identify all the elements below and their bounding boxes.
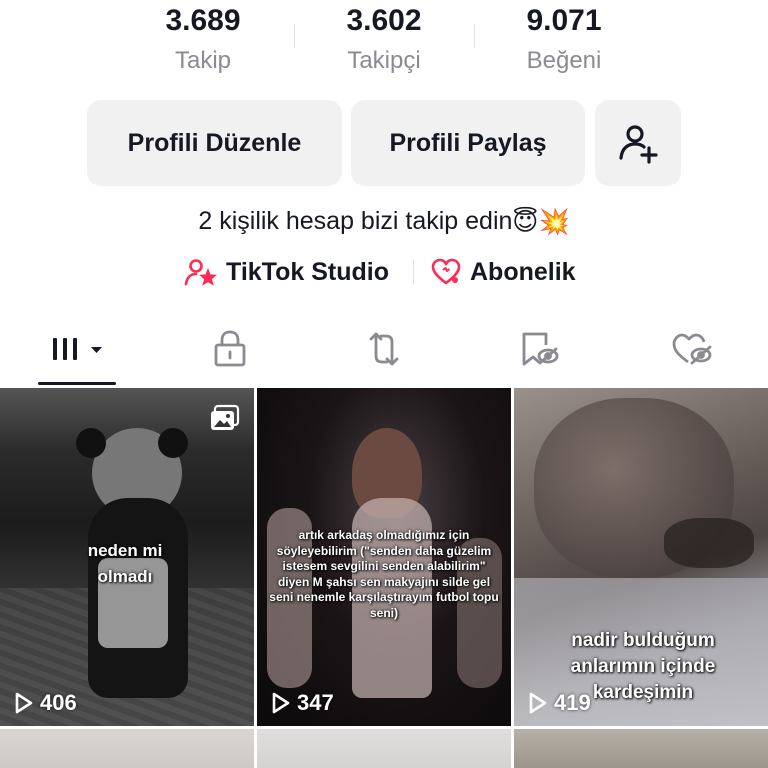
- cat-paw: [664, 518, 754, 568]
- add-friend-button[interactable]: [595, 100, 681, 186]
- tiktok-studio-link[interactable]: TikTok Studio: [184, 252, 389, 292]
- profile-bio: 2 kişilik hesap bizi takip edin😇💥: [0, 202, 768, 241]
- following-count: 3.689: [165, 4, 241, 37]
- tab-private[interactable]: [194, 318, 266, 380]
- following-stat[interactable]: 3.689 Takip: [123, 0, 283, 76]
- tiktok-studio-label: TikTok Studio: [226, 257, 389, 286]
- person-add-icon: [619, 125, 658, 164]
- play-icon: [15, 692, 33, 714]
- photo-carousel-icon: [211, 404, 240, 430]
- creator-star-icon: [184, 259, 217, 286]
- tab-reposts[interactable]: [348, 318, 420, 380]
- followers-label: Takipçi: [347, 47, 421, 74]
- stat-divider: [474, 24, 475, 48]
- video-thumbnail[interactable]: [257, 729, 511, 768]
- lock-icon: [214, 330, 246, 367]
- share-profile-button[interactable]: Profili Paylaş: [351, 100, 585, 186]
- view-count-value: 347: [297, 690, 334, 715]
- video-caption: artık arkadaş olmadığımız için söyleyebi…: [269, 528, 499, 620]
- video-thumbnail[interactable]: artık arkadaş olmadığımız için söyleyebi…: [257, 388, 511, 726]
- following-label: Takip: [174, 47, 232, 74]
- video-thumbnail[interactable]: [0, 729, 254, 768]
- video-thumbnail[interactable]: [514, 729, 768, 768]
- view-count-value: 419: [554, 690, 591, 715]
- play-icon: [272, 692, 290, 714]
- profile-links: TikTok Studio Abonelik: [0, 252, 768, 292]
- tab-liked[interactable]: [656, 318, 728, 380]
- followers-count: 3.602: [346, 4, 422, 37]
- repost-icon: [369, 332, 399, 366]
- active-tab-indicator: [38, 382, 116, 385]
- view-count: 406: [14, 690, 77, 716]
- likes-label: Beğeni: [526, 47, 602, 74]
- bio-emojis: 😇💥: [512, 208, 570, 237]
- video-caption: neden mi olmadı: [87, 541, 163, 586]
- view-count: 347: [271, 690, 334, 716]
- tab-videos[interactable]: [38, 318, 116, 380]
- likes-stat[interactable]: 9.071 Beğeni: [484, 0, 644, 76]
- bio-text: 2 kişilik hesap bizi takip edin: [198, 207, 513, 235]
- subscription-heart-icon: [431, 258, 461, 285]
- mascot-ear: [76, 428, 106, 458]
- heart-hidden-icon: [672, 333, 712, 365]
- subscription-link[interactable]: Abonelik: [430, 252, 576, 292]
- profile-tabs: [0, 318, 768, 386]
- play-icon: [529, 692, 547, 714]
- profile-stats: 3.689 Takip 3.602 Takipçi 9.071 Beğeni: [0, 0, 768, 90]
- edit-profile-button[interactable]: Profili Düzenle: [87, 100, 342, 186]
- stat-divider: [294, 24, 295, 48]
- video-grid: neden mi olmadı 406 artık arkadaş olmadı…: [0, 388, 768, 768]
- profile-actions: Profili Düzenle Profili Paylaş: [0, 100, 768, 186]
- likes-count: 9.071: [526, 4, 602, 37]
- tab-favorites[interactable]: [503, 318, 575, 380]
- mascot-ear: [158, 428, 188, 458]
- view-count: 419: [528, 690, 591, 716]
- links-divider: [413, 260, 414, 284]
- bookmark-hidden-icon: [522, 332, 559, 366]
- grid-icon: [53, 338, 102, 360]
- subscription-label: Abonelik: [470, 257, 576, 286]
- video-thumbnail[interactable]: neden mi olmadı 406: [0, 388, 254, 726]
- view-count-value: 406: [40, 690, 77, 715]
- video-thumbnail[interactable]: nadir bulduğum anlarımın içinde kardeşim…: [514, 388, 768, 726]
- followers-stat[interactable]: 3.602 Takipçi: [304, 0, 464, 76]
